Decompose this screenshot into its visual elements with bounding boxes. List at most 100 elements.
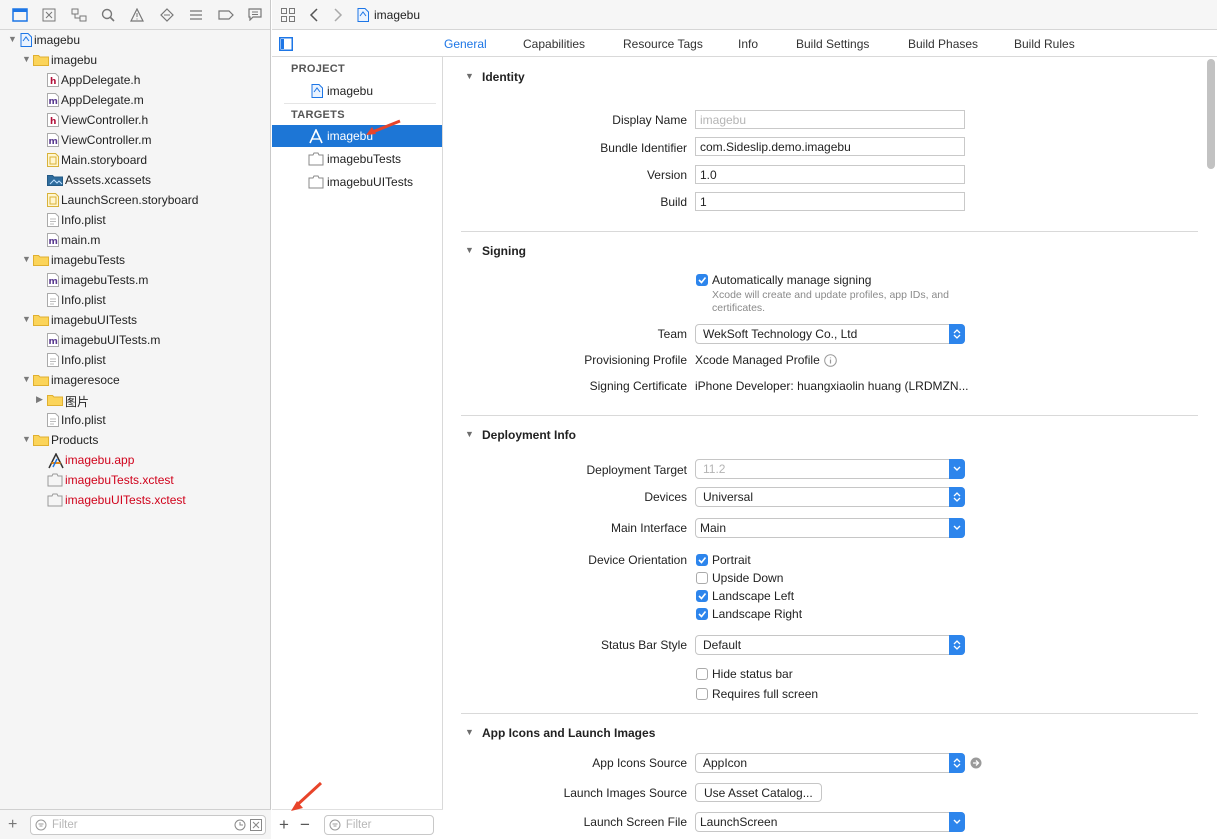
go-to-arrow-icon[interactable] [970,757,982,769]
target-imagebuTests[interactable]: imagebuTests [272,148,442,170]
orientation-portrait-checkbox[interactable] [696,554,708,566]
tree-item[interactable]: m AppDelegate.m [0,90,270,110]
disclosure-open-icon[interactable]: ▼ [22,54,31,64]
back-icon[interactable] [309,7,319,22]
launch-screen-file-combo[interactable]: LaunchScreen [695,812,965,832]
bundle-identifier-field[interactable]: com.Sideslip.demo.imagebu [695,137,965,156]
build-field[interactable]: 1 [695,192,965,211]
tab-capabilities[interactable]: Capabilities [523,37,585,51]
tree-item[interactable]: m ViewController.m [0,130,270,150]
disclosure-closed-icon[interactable]: ▶ [36,394,43,405]
tab-resource-tags[interactable]: Resource Tags [623,37,703,51]
bundle-identifier-label: Bundle Identifier [600,141,687,155]
tree-item[interactable]: LaunchScreen.storyboard [0,190,270,210]
tree-item[interactable]: ▼ Products [0,430,270,450]
orientation-landscape-left-checkbox[interactable] [696,590,708,602]
tree-item[interactable]: ▼ imagebu [0,30,270,50]
deployment-disclosure-icon[interactable]: ▼ [465,429,474,439]
disclosure-open-icon[interactable]: ▼ [22,374,31,384]
folder-icon [33,433,49,446]
target-imagebuUITests[interactable]: imagebuUITests [272,171,442,193]
source-control-icon[interactable] [34,3,63,27]
disclosure-open-icon[interactable]: ▼ [8,34,17,44]
orientation-upside-down-checkbox[interactable] [696,572,708,584]
tree-item[interactable]: ▼ imagebuUITests [0,310,270,330]
use-asset-catalog-button[interactable]: Use Asset Catalog... [695,783,822,802]
target-imagebu[interactable]: imagebu [272,119,442,147]
tab-build-settings[interactable]: Build Settings [796,37,869,51]
scm-filter-icon[interactable] [250,818,262,831]
targets-filter-field[interactable]: Filter [323,814,434,835]
disclosure-open-icon[interactable]: ▼ [22,434,31,444]
tree-item[interactable]: m imagebuTests.m [0,270,270,290]
hide-status-bar-checkbox[interactable] [696,668,708,680]
jump-bar-title[interactable]: imagebu [374,8,420,22]
icons-disclosure-icon[interactable]: ▼ [465,727,474,737]
symbol-navigator-icon[interactable] [64,3,93,27]
tree-item[interactable]: Assets.xcassets [0,170,270,190]
deployment-target-combo[interactable]: 11.2 [695,459,965,479]
auto-manage-checkbox[interactable] [696,274,708,286]
breakpoint-navigator-icon[interactable] [211,3,240,27]
deployment-title: Deployment Info [482,428,577,442]
info-icon[interactable] [824,354,837,367]
status-bar-style-popup[interactable]: Default [695,635,965,655]
tab-general[interactable]: General [444,37,487,51]
test-navigator-icon[interactable] [152,3,181,27]
tree-item[interactable]: Info.plist [0,210,270,230]
tree-item[interactable]: imagebu.app [0,450,270,470]
main-interface-combo[interactable]: Main [695,518,965,538]
issue-navigator-icon[interactable] [123,3,152,27]
tree-item[interactable]: m imagebuUITests.m [0,330,270,350]
add-icon[interactable]: + [8,816,22,832]
tree-item[interactable]: ▼ imagebuTests [0,250,270,270]
red-arrow-annotation [366,119,401,135]
report-navigator-icon[interactable] [241,3,270,27]
orientation-landscape-right-checkbox[interactable] [696,608,708,620]
tree-item[interactable]: h AppDelegate.h [0,70,270,90]
version-field[interactable]: 1.0 [695,165,965,184]
tree-item[interactable]: ▼ imagebu [0,50,270,70]
tab-build-rules[interactable]: Build Rules [1014,37,1075,51]
disclosure-open-icon[interactable]: ▼ [22,314,31,324]
project-file-icon [311,84,323,98]
display-name-field[interactable]: imagebu [695,110,965,129]
identity-disclosure-icon[interactable]: ▼ [465,71,474,81]
tree-item[interactable]: Main.storyboard [0,150,270,170]
display-name-label: Display Name [612,113,687,127]
devices-popup[interactable]: Universal [695,487,965,507]
forward-icon[interactable] [333,7,343,22]
tree-item-label: imagebu [34,33,81,47]
remove-target-icon[interactable]: − [300,816,310,833]
tree-item[interactable]: h ViewController.h [0,110,270,130]
navigator-filter-field[interactable]: Filter [30,814,266,835]
tree-item[interactable]: imagebuUITests.xctest [0,490,270,510]
tree-item[interactable]: Info.plist [0,350,270,370]
requires-full-screen-checkbox[interactable] [696,688,708,700]
project-icon [20,33,32,47]
related-items-icon[interactable] [281,7,295,22]
team-value: WekSoft Technology Co., Ltd [703,327,858,341]
tree-item[interactable]: ▼ imageresoce [0,370,270,390]
tab-info[interactable]: Info [738,37,758,51]
tree-item[interactable]: m main.m [0,230,270,250]
signing-disclosure-icon[interactable]: ▼ [465,245,474,255]
debug-navigator-icon[interactable] [182,3,211,27]
scrollbar[interactable] [1207,59,1215,169]
recent-files-icon[interactable] [234,819,246,831]
tree-item[interactable]: Info.plist [0,290,270,310]
show-targets-icon[interactable] [279,37,293,51]
tab-build-phases[interactable]: Build Phases [908,37,978,51]
team-popup[interactable]: WekSoft Technology Co., Ltd [695,324,965,344]
disclosure-open-icon[interactable]: ▼ [22,254,31,264]
add-target-icon[interactable]: + [279,816,289,833]
project-navigator-icon[interactable] [5,3,34,27]
plist-icon [47,353,59,367]
popup-stepper-icon [949,324,965,344]
tree-item[interactable]: Info.plist [0,410,270,430]
tree-item[interactable]: imagebuTests.xctest [0,470,270,490]
app-icons-source-popup[interactable]: AppIcon [695,753,965,773]
find-navigator-icon[interactable] [93,3,122,27]
tree-item[interactable]: ▶ 图片 [0,390,270,410]
project-item[interactable]: imagebu [272,80,442,102]
